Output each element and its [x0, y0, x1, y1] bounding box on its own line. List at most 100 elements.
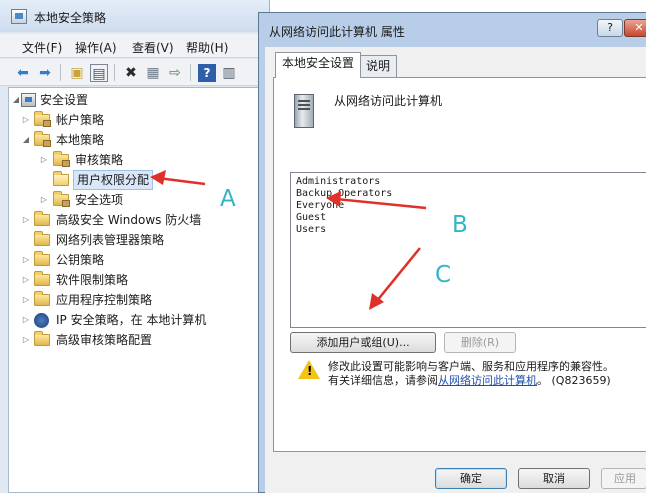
app-icon [11, 9, 27, 24]
tree-node-account-policies[interactable]: ▷ 帐户策略 [9, 110, 259, 130]
annotation-label-b: B [452, 212, 468, 238]
list-item[interactable]: Administrators [296, 176, 380, 187]
tree-node-network-list-manager[interactable]: 网络列表管理器策略 [9, 230, 259, 250]
expand-icon[interactable]: ▷ [21, 210, 31, 230]
menubar: 文件(F) 操作(A) 查看(V) 帮助(H) [0, 34, 269, 58]
security-settings-icon [21, 93, 36, 107]
expand-icon[interactable]: ▷ [21, 110, 31, 130]
tree-node-ip-security[interactable]: ▷ IP 安全策略，在 本地计算机 [9, 310, 259, 330]
delete-icon[interactable]: ✖ [122, 64, 140, 82]
tree-node-label: 用户权限分配 [73, 170, 154, 190]
dialog-title: 从网络访问此计算机 属性 [269, 25, 405, 39]
folder-icon [34, 231, 50, 246]
toolbar-separator [190, 64, 191, 81]
folder-icon [34, 211, 50, 226]
folder-icon [53, 151, 70, 167]
policy-tree: ◢ 安全设置 ▷ 帐户策略 ◢ 本地策略 ▷ 审核策略 用户权限分配 ▷ 安全选… [8, 87, 268, 493]
expand-icon[interactable]: ▷ [39, 150, 49, 170]
annotation-label-a: A [220, 186, 236, 212]
menu-file[interactable]: 文件(F) [22, 39, 62, 56]
tree-node-audit-policy[interactable]: ▷ 审核策略 [9, 150, 259, 170]
main-window-title: 本地安全策略 [34, 11, 107, 25]
tree-node-label: 帐户策略 [56, 113, 105, 127]
warning-line-2: 有关详细信息，请参阅从网络访问此计算机。 (Q823659) [328, 374, 646, 388]
tab-explain[interactable]: 说明 [359, 55, 398, 77]
policy-name: 从网络访问此计算机 [334, 94, 443, 108]
compatibility-warning: 修改此设置可能影响与客户端、服务和应用程序的兼容性。 有关详细信息，请参阅从网络… [328, 360, 646, 388]
folder-icon [34, 271, 50, 286]
apply-button: 应用 [601, 468, 646, 489]
list-item[interactable]: Everyone [296, 200, 344, 211]
cancel-button[interactable]: 取消 [518, 468, 590, 489]
expand-icon[interactable]: ▷ [21, 330, 31, 350]
tree-node-label: 公钥策略 [56, 253, 105, 267]
remove-button: 删除(R) [444, 332, 516, 353]
tab-panel: 从网络访问此计算机 Administrators Backup Operator… [273, 77, 646, 452]
list-item[interactable]: Guest [296, 212, 326, 223]
back-arrow-icon[interactable]: ⬅ [14, 64, 32, 82]
menu-action[interactable]: 操作(A) [75, 39, 117, 56]
tree-node-security-settings[interactable]: ◢ 安全设置 [9, 90, 259, 110]
properties-icon[interactable]: ▦ [144, 64, 162, 82]
tree-node-label: 应用程序控制策略 [56, 293, 153, 307]
tree-node-software-restriction[interactable]: ▷ 软件限制策略 [9, 270, 259, 290]
collapse-icon[interactable]: ◢ [11, 90, 21, 110]
server-icon [294, 94, 314, 128]
forward-arrow-icon[interactable]: ➡ [36, 64, 54, 82]
tree-node-public-key-policies[interactable]: ▷ 公钥策略 [9, 250, 259, 270]
tree-node-label: IP 安全策略，在 本地计算机 [56, 313, 207, 327]
expand-icon[interactable]: ▷ [39, 190, 49, 210]
help-icon[interactable]: ? [198, 64, 216, 82]
tree-node-windows-firewall[interactable]: ▷ 高级安全 Windows 防火墙 [9, 210, 259, 230]
accounts-listbox[interactable]: Administrators Backup Operators Everyone… [290, 172, 646, 328]
expand-icon[interactable]: ▷ [21, 270, 31, 290]
tree-node-label: 网络列表管理器策略 [56, 233, 165, 247]
tree-node-advanced-audit[interactable]: ▷ 高级审核策略配置 [9, 330, 259, 350]
tree-node-application-control[interactable]: ▷ 应用程序控制策略 [9, 290, 259, 310]
main-titlebar: 本地安全策略 [0, 0, 269, 32]
toolbar-separator [60, 64, 61, 81]
list-item[interactable]: Users [296, 224, 326, 235]
tree-node-label: 高级安全 Windows 防火墙 [56, 213, 202, 227]
toolbar-separator [114, 64, 115, 81]
help-button[interactable]: ? [597, 19, 623, 37]
warning-line-1: 修改此设置可能影响与客户端、服务和应用程序的兼容性。 [328, 360, 614, 373]
menu-view[interactable]: 查看(V) [132, 39, 174, 56]
tree-node-label: 安全设置 [40, 93, 89, 107]
tree-node-label: 软件限制策略 [56, 273, 129, 287]
close-button[interactable]: ✕ [624, 19, 646, 37]
tree-node-label: 高级审核策略配置 [56, 333, 153, 347]
show-hide-tree-icon[interactable]: ▤ [90, 64, 108, 82]
expand-icon[interactable]: ▷ [21, 250, 31, 270]
properties-dialog: 从网络访问此计算机 属性 ? ✕ 本地安全设置 说明 从网络访问此计算机 Adm… [258, 12, 646, 493]
expand-icon[interactable]: ▷ [21, 310, 31, 330]
view-icon[interactable]: ▥ [220, 64, 238, 82]
up-folder-icon[interactable]: ▣ [68, 64, 86, 82]
warning-suffix: 。 (Q823659) [537, 374, 611, 387]
menu-help[interactable]: 帮助(H) [186, 39, 228, 56]
folder-icon [34, 331, 50, 346]
annotation-label-c: C [435, 262, 452, 288]
add-user-or-group-button[interactable]: 添加用户或组(U)... [290, 332, 436, 353]
warning-icon [298, 360, 320, 379]
list-item[interactable]: Backup Operators [296, 188, 392, 199]
collapse-icon[interactable]: ◢ [21, 130, 31, 150]
export-icon[interactable]: ⇨ [166, 64, 184, 82]
tree-node-local-policies[interactable]: ◢ 本地策略 [9, 130, 259, 150]
toolbar: ⬅ ➡ ▣ ▤ ✖ ▦ ⇨ ? ▥ [0, 59, 269, 86]
dialog-body: 本地安全设置 说明 从网络访问此计算机 Administrators Backu… [265, 47, 646, 493]
folder-icon [34, 291, 50, 306]
folder-icon [34, 251, 50, 266]
expand-icon[interactable]: ▷ [21, 290, 31, 310]
folder-icon [53, 191, 70, 207]
ok-button[interactable]: 确定 [435, 468, 507, 489]
tree-node-label: 审核策略 [75, 153, 124, 167]
local-security-policy-window: 本地安全策略 文件(F) 操作(A) 查看(V) 帮助(H) ⬅ ➡ ▣ ▤ ✖… [0, 0, 270, 493]
tree-node-label: 安全选项 [75, 193, 124, 207]
policy-help-link[interactable]: 从网络访问此计算机 [438, 374, 537, 387]
folder-icon [34, 111, 51, 127]
tree-node-label: 本地策略 [56, 133, 105, 147]
tab-local-security-setting[interactable]: 本地安全设置 [275, 52, 362, 78]
warning-prefix: 有关详细信息，请参阅 [328, 374, 438, 387]
open-folder-icon [53, 171, 69, 186]
